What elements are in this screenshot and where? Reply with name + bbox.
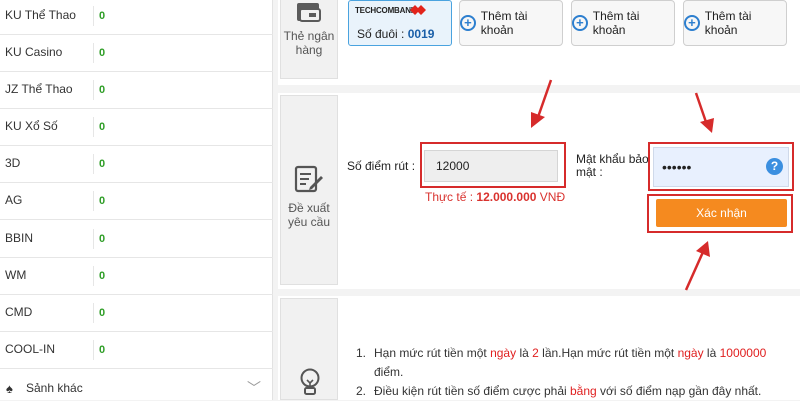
sidebar-item-label: CMD [5, 305, 33, 319]
sidebar-item-ku-the-thao[interactable]: KU Thể Thao 0 [0, 0, 273, 35]
sidebar-item-label: WM [5, 268, 27, 282]
game-wallet-sidebar: KU Thể Thao 0 KU Casino 0 JZ Thể Thao 0 … [0, 0, 273, 400]
lightbulb-icon [300, 368, 320, 395]
sidebar-item-balance: 0 [93, 154, 105, 174]
sidebar-item-ag[interactable]: AG 0 [0, 183, 273, 220]
sidebar-item-balance: 0 [93, 340, 105, 360]
plus-circle-icon: + [460, 15, 476, 31]
sidebar-item-balance: 0 [93, 266, 105, 286]
add-account-label: Thêm tài khoản [704, 9, 752, 37]
sidebar-item-label: 3D [5, 156, 21, 170]
plus-circle-icon: + [684, 15, 700, 31]
sidebar-item-balance: 0 [93, 191, 105, 211]
sidebar-item-label: KU Casino [5, 45, 63, 59]
bank-section-label: Thẻ ngân [283, 29, 335, 43]
add-account-label: Thêm tài khoản [480, 9, 528, 37]
sidebar-item-label: KU Thể Thao [5, 8, 76, 22]
sidebar-item-label: AG [5, 193, 23, 207]
points-label: Số điểm rút : [347, 159, 416, 173]
sidebar-item-balance: 0 [93, 229, 105, 249]
sidebar-item-balance: 0 [93, 43, 105, 63]
sidebar-item-label: KU Xổ Số [5, 119, 58, 133]
highlight-frame-points [420, 142, 566, 188]
sidebar-item-ku-casino[interactable]: KU Casino 0 [0, 35, 273, 72]
bank-logo: TECHCOMBANK [355, 6, 417, 15]
password-label: Mật khẩu bảo mật : [576, 152, 649, 179]
rule-item-2: 2. Điều kiện rút tiền số điểm cược phải … [356, 384, 762, 398]
edit-document-icon [294, 165, 323, 193]
bank-section-label-box: Thẻ ngân hàng [280, 0, 338, 79]
plus-circle-icon: + [572, 15, 588, 31]
add-account-button-1[interactable]: + Thêm tài khoản [459, 0, 563, 46]
rule-item-1: 1. Hạn mức rút tiền một ngày là 2 lần.Hạ… [356, 346, 767, 379]
sidebar-item-balance: 0 [93, 80, 105, 100]
wallet-card-icon [297, 3, 321, 22]
notes-section-label-box [280, 298, 338, 400]
sidebar-item-cmd[interactable]: CMD 0 [0, 295, 273, 332]
sidebar-item-label: BBIN [5, 231, 34, 245]
spade-icon: ♠ [6, 381, 13, 396]
sidebar-item-ku-xo-so[interactable]: KU Xổ Số 0 [0, 109, 273, 146]
sidebar-item-cool-in[interactable]: COOL-IN 0 [0, 332, 273, 369]
sidebar-item-jz-the-thao[interactable]: JZ Thể Thao 0 [0, 72, 273, 109]
sidebar-item-label: JZ Thể Thao [5, 82, 73, 96]
withdraw-section-label: Đề xuất [288, 201, 330, 215]
techcombank-logo-icon [410, 5, 426, 15]
withdraw-section-label-2: yêu cầu [287, 215, 331, 229]
chevron-down-icon[interactable]: ﹀ [247, 378, 261, 398]
sidebar-item-balance: 0 [93, 303, 105, 323]
sidebar-item-label: COOL-IN [5, 342, 56, 356]
bank-account-card[interactable]: TECHCOMBANK Số đuôi : 0019 [348, 0, 452, 46]
add-account-button-2[interactable]: + Thêm tài khoản [571, 0, 675, 46]
withdraw-section-label-box: Đề xuất yêu cầu [280, 95, 338, 285]
sidebar-item-3d[interactable]: 3D 0 [0, 146, 273, 183]
sidebar-item-wm[interactable]: WM 0 [0, 258, 273, 295]
add-account-label: Thêm tài khoản [592, 9, 640, 37]
bank-section-label-2: hàng [295, 43, 323, 57]
sidebar-item-balance: 0 [93, 6, 105, 26]
add-account-button-3[interactable]: + Thêm tài khoản [683, 0, 787, 46]
bank-account-number: Số đuôi : 0019 [357, 27, 435, 41]
sidebar-item-bbin[interactable]: BBIN 0 [0, 221, 273, 258]
highlight-frame-password [648, 142, 794, 191]
actual-amount-text: Thực tế : 12.000.000 VNĐ [425, 190, 566, 204]
sidebar-item-balance: 0 [93, 117, 105, 137]
more-halls-toggle[interactable]: Sảnh khác [26, 381, 83, 395]
withdrawal-rules: 1. Hạn mức rút tiền một ngày là 2 lần.Hạ… [356, 344, 776, 401]
highlight-frame-confirm [647, 194, 793, 233]
